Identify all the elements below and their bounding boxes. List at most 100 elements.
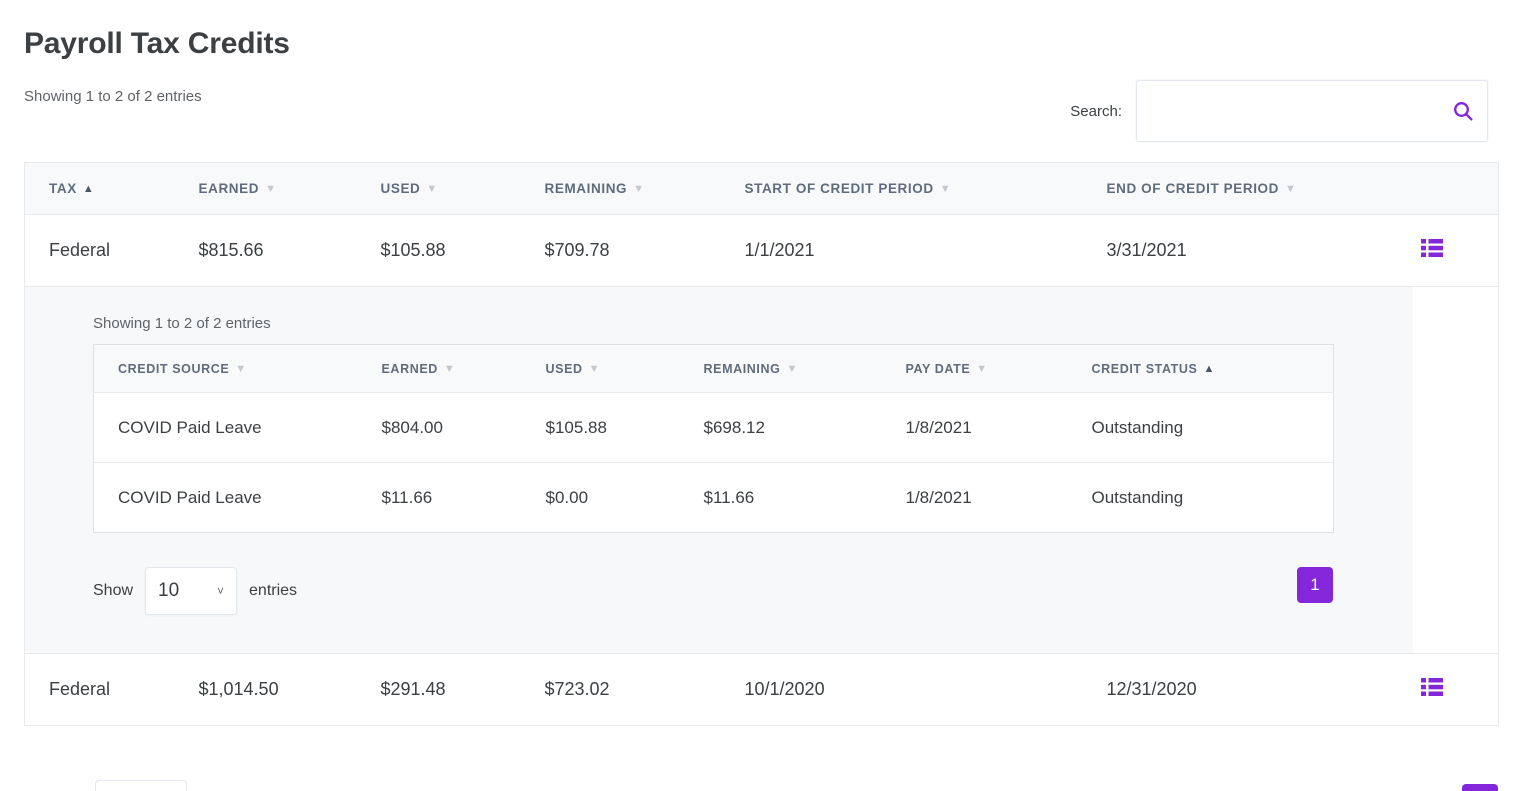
column-label: EARNED: [381, 361, 438, 376]
pagination-page-1[interactable]: 1: [1297, 567, 1333, 603]
cell-end-of-credit-period: 3/31/2021: [1106, 214, 1413, 287]
table-row[interactable]: COVID Paid Leave $11.66 $0.00 $11.66 1/8…: [93, 462, 1334, 533]
credit-detail-panel: Showing 1 to 2 of 2 entries CREDIT SOURC…: [25, 287, 1413, 653]
cell-earned: $11.66: [381, 462, 546, 533]
cell-tax: Federal: [24, 214, 199, 287]
column-header-pay-date[interactable]: PAY DATE ▼: [905, 344, 1092, 393]
payroll-tax-credits-table: TAX ▲ EARNED ▼ USED ▼ REMAINING ▼ START OF C…: [24, 162, 1499, 726]
inner-pagination: 1: [1297, 567, 1333, 603]
cell-used: $105.88: [380, 214, 545, 287]
sort-arrow-icon[interactable]: ▼: [426, 184, 438, 195]
column-label: USED: [380, 181, 421, 196]
inner-table-body: COVID Paid Leave $804.00 $105.88 $698.12…: [93, 392, 1334, 533]
column-label: EARNED: [198, 181, 260, 196]
outer-page-length-select[interactable]: [95, 780, 187, 791]
column-header-credit-status[interactable]: CREDIT STATUS ▲: [1091, 344, 1334, 393]
cell-start-of-credit-period: 10/1/2020: [744, 653, 1107, 726]
column-header-used[interactable]: USED ▼: [545, 344, 704, 393]
column-label: TAX: [49, 181, 77, 196]
search-icon[interactable]: [1451, 99, 1475, 123]
page-title: Payroll Tax Credits: [24, 27, 290, 60]
cell-end-of-credit-period: 12/31/2020: [1106, 653, 1413, 726]
sort-arrow-icon[interactable]: ▼: [589, 363, 601, 375]
outer-table-footer: [24, 772, 1498, 791]
table-header-row: TAX ▲ EARNED ▼ USED ▼ REMAINING ▼ START OF C…: [24, 162, 1499, 215]
outer-pagination-page-1[interactable]: [1462, 784, 1498, 791]
cell-remaining: $709.78: [544, 214, 745, 287]
column-label: CREDIT SOURCE: [118, 361, 230, 376]
sort-arrow-icon[interactable]: ▼: [1285, 184, 1297, 195]
sort-arrow-icon[interactable]: ▼: [633, 184, 645, 195]
cell-credit-source: COVID Paid Leave: [93, 392, 382, 463]
column-label: START OF CREDIT PERIOD: [744, 181, 934, 196]
cell-earned: $1,014.50: [198, 653, 381, 726]
page-length-value: 10: [158, 580, 180, 601]
table-body: Federal $815.66 $105.88 $709.78 1/1/2021…: [24, 214, 1499, 726]
search-label: Search:: [1070, 102, 1122, 120]
column-header-tax[interactable]: TAX ▲: [24, 162, 199, 215]
detail-row: Showing 1 to 2 of 2 entries CREDIT SOURC…: [24, 286, 1499, 654]
sort-arrow-icon[interactable]: ▼: [265, 184, 277, 195]
column-header-earned[interactable]: EARNED ▼: [198, 162, 381, 215]
cell-earned: $815.66: [198, 214, 381, 287]
cell-credit-status: Outstanding: [1091, 462, 1334, 533]
cell-remaining: $723.02: [544, 653, 745, 726]
sort-arrow-icon[interactable]: ▼: [786, 363, 798, 375]
cell-actions: [1412, 653, 1499, 726]
cell-remaining: $698.12: [703, 392, 906, 463]
column-header-used[interactable]: USED ▼: [380, 162, 545, 215]
search-input[interactable]: [1137, 81, 1487, 141]
cell-remaining: $11.66: [703, 462, 906, 533]
column-header-start-of-credit-period[interactable]: START OF CREDIT PERIOD ▼: [744, 162, 1107, 215]
sort-arrow-icon[interactable]: ▼: [976, 363, 988, 375]
entries-info: Showing 1 to 2 of 2 entries: [24, 88, 202, 105]
payroll-tax-credits-page: Payroll Tax Credits Showing 1 to 2 of 2 …: [0, 0, 1522, 791]
inner-table-header-row: CREDIT SOURCE ▼ EARNED ▼ USED ▼ REMAININ…: [93, 344, 1334, 393]
sort-arrow-icon[interactable]: ▼: [444, 363, 456, 375]
column-header-remaining[interactable]: REMAINING ▼: [544, 162, 745, 215]
search-box[interactable]: [1136, 80, 1488, 142]
cell-start-of-credit-period: 1/1/2021: [744, 214, 1107, 287]
inner-page-length-control: Show 10 ˅ entries: [93, 567, 1333, 615]
column-label: END OF CREDIT PERIOD: [1106, 181, 1280, 196]
column-label: CREDIT STATUS: [1091, 361, 1198, 376]
column-header-earned[interactable]: EARNED ▼: [381, 344, 546, 393]
page-length-select[interactable]: 10 ˅: [145, 567, 238, 615]
column-header-actions: [1412, 162, 1499, 215]
entries-label: entries: [249, 582, 298, 599]
column-label: PAY DATE: [905, 361, 971, 376]
table-row[interactable]: Federal $1,014.50 $291.48 $723.02 10/1/2…: [24, 653, 1499, 726]
cell-used: $0.00: [545, 462, 704, 533]
credit-sources-table: CREDIT SOURCE ▼ EARNED ▼ USED ▼ REMAININ…: [93, 344, 1334, 533]
sort-arrow-icon[interactable]: ▼: [235, 363, 247, 375]
cell-credit-status: Outstanding: [1091, 392, 1334, 463]
cell-pay-date: 1/8/2021: [905, 392, 1092, 463]
sort-arrow-icon[interactable]: ▼: [940, 184, 952, 195]
table-row[interactable]: COVID Paid Leave $804.00 $105.88 $698.12…: [93, 392, 1334, 463]
list-detail-icon[interactable]: [1420, 678, 1443, 696]
table-row[interactable]: Federal $815.66 $105.88 $709.78 1/1/2021…: [24, 214, 1499, 287]
column-label: REMAINING: [544, 181, 628, 196]
inner-table-head: CREDIT SOURCE ▼ EARNED ▼ USED ▼ REMAININ…: [93, 344, 1334, 393]
cell-used: $291.48: [380, 653, 545, 726]
column-header-remaining[interactable]: REMAINING ▼: [703, 344, 906, 393]
table-head: TAX ▲ EARNED ▼ USED ▼ REMAINING ▼ START OF C…: [24, 162, 1499, 215]
cell-pay-date: 1/8/2021: [905, 462, 1092, 533]
inner-table-footer: Show 10 ˅ entries 1: [93, 567, 1333, 623]
cell-actions: [1412, 214, 1499, 287]
chevron-down-icon[interactable]: ˅: [217, 584, 224, 598]
search-area: Search:: [1070, 80, 1488, 142]
column-header-credit-source[interactable]: CREDIT SOURCE ▼: [93, 344, 382, 393]
detail-entries-info: Showing 1 to 2 of 2 entries: [93, 315, 271, 332]
cell-tax: Federal: [24, 653, 199, 726]
detail-cell: Showing 1 to 2 of 2 entries CREDIT SOURC…: [24, 286, 1413, 654]
list-detail-icon[interactable]: [1420, 239, 1443, 257]
detail-spacer-cell: [1412, 286, 1499, 654]
column-label: USED: [545, 361, 583, 376]
column-header-end-of-credit-period[interactable]: END OF CREDIT PERIOD ▼: [1106, 162, 1413, 215]
sort-arrow-icon[interactable]: ▲: [1203, 363, 1215, 375]
sort-arrow-icon[interactable]: ▲: [83, 184, 95, 195]
cell-earned: $804.00: [381, 392, 546, 463]
cell-credit-source: COVID Paid Leave: [93, 462, 382, 533]
cell-used: $105.88: [545, 392, 704, 463]
